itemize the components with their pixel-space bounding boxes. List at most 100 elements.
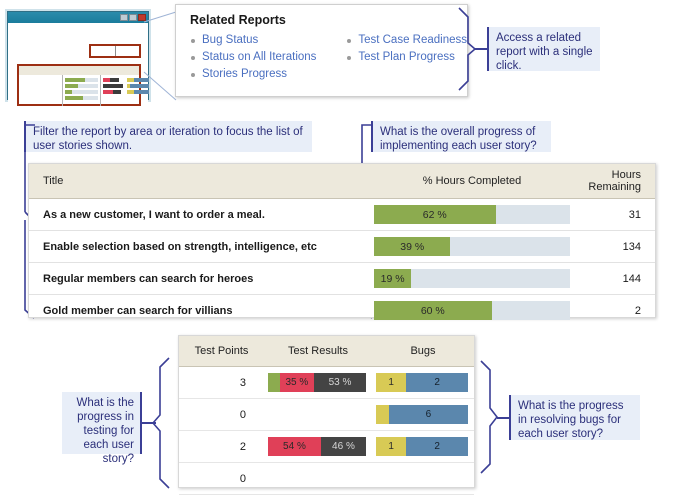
test-results-bar-stack: 54 % 46 % <box>268 437 366 456</box>
mini-bar-group-test <box>103 78 123 102</box>
table-header-row: Title % Hours Completed Hours Remaining <box>29 164 655 199</box>
callout-access-related-report: Access a related report with a single cl… <box>487 27 600 72</box>
maximize-icon[interactable] <box>129 14 137 21</box>
window-content <box>8 23 149 110</box>
progress-fill: 62 % <box>374 205 496 224</box>
bugs-cell: 12 <box>372 430 474 463</box>
window-title-bar <box>8 12 148 23</box>
mini-table-header <box>19 66 139 75</box>
user-stories-report-card: Title % Hours Completed Hours Remaining … <box>28 163 656 320</box>
bugs-bar-segment-yellow <box>376 405 389 424</box>
related-report-link-status-all-iterations[interactable]: Status on All Iterations <box>190 49 346 66</box>
user-story-title[interactable]: Gold member can search for villians <box>29 295 366 327</box>
bugs-cell: 12 <box>372 366 474 399</box>
column-header-test-results[interactable]: Test Results <box>264 336 372 367</box>
user-story-title[interactable]: Regular members can search for heroes <box>29 262 366 295</box>
table-row[interactable]: Enable selection based on strength, inte… <box>29 230 655 263</box>
related-reports-column-2: Test Case Readiness Test Plan Progress <box>346 32 467 83</box>
bugs-bar-segment-blue: 6 <box>388 405 468 424</box>
test-results-bar-segment-red: 35 % <box>279 373 315 392</box>
table-row[interactable]: Gold member can search for villians 60 % 2 <box>29 295 655 327</box>
test-results-bar-segment-red: 54 % <box>268 437 321 456</box>
related-reports-panel: Related Reports Bug Status Status on All… <box>175 4 468 97</box>
progress-fill: 39 % <box>374 237 451 256</box>
bugs-bar-segment-yellow: 1 <box>376 437 407 456</box>
hours-remaining-value: 134 <box>578 230 655 263</box>
table-row[interactable]: Regular members can search for heroes 19 … <box>29 262 655 295</box>
percent-hours-completed-cell: 19 % <box>366 262 578 295</box>
hours-remaining-value: 144 <box>578 262 655 295</box>
test-and-bugs-table: Test Points Test Results Bugs 3 35 % 53 % 1… <box>179 336 474 495</box>
table-row[interactable]: 0 <box>179 462 474 495</box>
progress-track: 19 % <box>374 269 570 288</box>
progress-track: 60 % <box>374 301 570 320</box>
column-header-title[interactable]: Title <box>29 164 366 199</box>
progress-fill: 19 % <box>374 269 412 288</box>
column-header-hours-remaining[interactable]: Hours Remaining <box>578 164 655 199</box>
related-report-link-test-plan-progress[interactable]: Test Plan Progress <box>346 49 467 66</box>
callout-overall-progress: What is the overall progress of implemen… <box>371 121 551 152</box>
related-reports-column-1: Bug Status Status on All Iterations Stor… <box>190 32 346 83</box>
callout-testing-progress: What is the progress in testing for each… <box>62 392 142 465</box>
bugs-cell <box>372 462 474 495</box>
hours-remaining-value: 2 <box>634 304 641 317</box>
related-reports-columns: Bug Status Status on All Iterations Stor… <box>176 32 467 83</box>
column-header-percent-hours-completed[interactable]: % Hours Completed <box>366 164 578 199</box>
test-results-cell: 54 % 46 % <box>264 430 372 463</box>
test-results-bar-segment-dark: 53 % <box>314 373 366 392</box>
percent-hours-completed-cell: 60 % <box>366 295 578 327</box>
hours-remaining-value: 31 <box>578 198 655 231</box>
related-report-link-stories-progress[interactable]: Stories Progress <box>190 66 346 83</box>
column-header-test-points[interactable]: Test Points <box>179 336 264 367</box>
highlight-box-filters <box>89 44 141 58</box>
bugs-bar-segment-yellow: 1 <box>376 373 407 392</box>
test-points-value: 2 <box>179 430 264 463</box>
report-window-thumbnail[interactable] <box>7 11 149 110</box>
user-story-title[interactable]: Enable selection based on strength, inte… <box>29 230 366 263</box>
user-story-title[interactable]: As a new customer, I want to order a mea… <box>29 198 366 231</box>
bugs-cell: 6 <box>372 398 474 431</box>
mini-col-divider-1 <box>62 75 63 106</box>
bugs-bar-stack: 12 <box>376 437 468 456</box>
bugs-bar-segment-blue: 2 <box>406 373 468 392</box>
user-stories-table-body: As a new customer, I want to order a mea… <box>29 198 655 327</box>
bugs-bar-stack: 6 <box>376 405 468 424</box>
test-and-bugs-card: Test Points Test Results Bugs 3 35 % 53 % 1… <box>178 335 475 495</box>
hours-remaining-line-1: Hours <box>611 169 641 181</box>
bugs-bar-stack: 12 <box>376 373 468 392</box>
percent-hours-completed-cell: 62 % <box>366 198 578 231</box>
minimize-icon[interactable] <box>120 14 128 21</box>
user-stories-table: Title % Hours Completed Hours Remaining … <box>29 164 655 326</box>
table-row[interactable]: 2 54 % 46 % 1 2 <box>179 430 474 463</box>
column-header-bugs[interactable]: Bugs <box>372 336 474 367</box>
test-points-value: 0 <box>179 398 264 431</box>
progress-track: 62 % <box>374 205 570 224</box>
test-points-value: 3 <box>179 366 264 399</box>
test-table-header-row: Test Points Test Results Bugs <box>179 336 474 367</box>
related-report-link-test-case-readiness[interactable]: Test Case Readiness <box>346 32 467 49</box>
highlight-box-report <box>17 64 149 106</box>
test-results-cell: 35 % 53 % <box>264 366 372 399</box>
test-results-bar-stack: 35 % 53 % <box>268 373 366 392</box>
test-points-value: 0 <box>179 462 264 495</box>
access-callout-leader <box>475 48 487 50</box>
hours-remaining-line-2: Remaining <box>588 181 641 193</box>
mini-bar-group-progress <box>65 78 98 102</box>
test-and-bugs-table-body: 3 35 % 53 % 1 2 0 6 2 54 % 46 % 1 2 0 <box>179 366 474 495</box>
test-results-bar-segment-green <box>268 373 280 392</box>
percent-hours-completed-cell: 39 % <box>366 230 578 263</box>
related-report-link-bug-status[interactable]: Bug Status <box>190 32 346 49</box>
progress-track: 39 % <box>374 237 570 256</box>
callout-filter-report: Filter the report by area or iteration t… <box>24 121 312 152</box>
table-row[interactable]: As a new customer, I want to order a mea… <box>29 198 655 231</box>
test-results-cell <box>264 398 372 431</box>
table-row[interactable]: 3 35 % 53 % 1 2 <box>179 366 474 399</box>
test-results-cell <box>264 462 372 495</box>
test-results-bar-segment-dark: 46 % <box>320 437 366 456</box>
table-row[interactable]: 06 <box>179 398 474 431</box>
related-reports-brace <box>458 7 477 91</box>
bugs-callout-leader <box>497 417 509 419</box>
testing-callout-brace <box>151 357 170 489</box>
mini-col-divider-2 <box>100 75 101 106</box>
progress-fill: 60 % <box>374 301 492 320</box>
